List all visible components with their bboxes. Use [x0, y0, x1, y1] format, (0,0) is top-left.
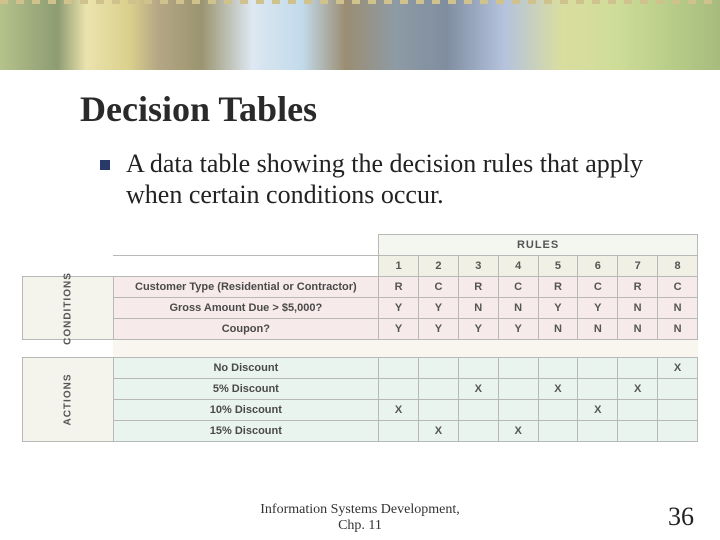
act-cell: [538, 400, 578, 421]
cond-cell: C: [578, 277, 618, 298]
rule-col-6: 6: [578, 256, 618, 277]
cond-cell: Y: [498, 319, 538, 340]
spacer-row: [23, 340, 698, 358]
act-cell: [658, 400, 698, 421]
act-cell: [538, 421, 578, 442]
rule-numbers-row: 1 2 3 4 5 6 7 8: [23, 256, 698, 277]
cond-cell: N: [458, 298, 498, 319]
rule-col-8: 8: [658, 256, 698, 277]
act-cell: [498, 358, 538, 379]
conditions-side-label: CONDITIONS: [23, 277, 114, 340]
cond-cell: Y: [538, 298, 578, 319]
act-cell: X: [538, 379, 578, 400]
act-cell: [379, 358, 419, 379]
act-cell: X: [379, 400, 419, 421]
condition-row: Gross Amount Due > $5,000? Y Y N N Y Y N…: [23, 298, 698, 319]
slide-title: Decision Tables: [80, 88, 720, 130]
rule-col-5: 5: [538, 256, 578, 277]
action-label: 5% Discount: [113, 379, 379, 400]
cond-cell: Y: [419, 298, 459, 319]
act-cell: [458, 421, 498, 442]
condition-row: CONDITIONS Customer Type (Residential or…: [23, 277, 698, 298]
act-cell: [658, 421, 698, 442]
action-label: 15% Discount: [113, 421, 379, 442]
act-cell: [419, 379, 459, 400]
rules-header: RULES: [379, 235, 698, 256]
act-cell: X: [578, 400, 618, 421]
rule-col-1: 1: [379, 256, 419, 277]
cond-cell: Y: [379, 319, 419, 340]
footer: Information Systems Development, Chp. 11…: [0, 502, 720, 534]
page-number: 36: [668, 502, 694, 532]
decision-table-wrap: RULES 1 2 3 4 5 6 7 8 CONDITIONS Custome…: [22, 234, 698, 442]
act-cell: [498, 379, 538, 400]
act-cell: [578, 379, 618, 400]
act-cell: [498, 400, 538, 421]
cond-cell: R: [458, 277, 498, 298]
condition-row: Coupon? Y Y Y Y N N N N: [23, 319, 698, 340]
cond-cell: N: [498, 298, 538, 319]
act-cell: [618, 400, 658, 421]
act-cell: [379, 379, 419, 400]
cond-cell: R: [618, 277, 658, 298]
action-row: 5% Discount X X X: [23, 379, 698, 400]
act-cell: [379, 421, 419, 442]
cond-cell: N: [658, 298, 698, 319]
condition-label: Gross Amount Due > $5,000?: [113, 298, 379, 319]
act-cell: [419, 358, 459, 379]
footer-source: Information Systems Development, Chp. 11: [260, 502, 459, 534]
decorative-banner: [0, 0, 720, 70]
cond-cell: N: [538, 319, 578, 340]
bullet-text: A data table showing the decision rules …: [126, 148, 652, 210]
cond-cell: C: [658, 277, 698, 298]
act-cell: [458, 400, 498, 421]
cond-cell: C: [419, 277, 459, 298]
act-cell: X: [618, 379, 658, 400]
rule-col-2: 2: [419, 256, 459, 277]
act-cell: [419, 400, 459, 421]
rule-col-4: 4: [498, 256, 538, 277]
action-label: No Discount: [113, 358, 379, 379]
action-row: ACTIONS No Discount X: [23, 358, 698, 379]
rule-col-7: 7: [618, 256, 658, 277]
act-cell: X: [419, 421, 459, 442]
act-cell: [458, 358, 498, 379]
condition-label: Coupon?: [113, 319, 379, 340]
rules-header-row: RULES: [23, 235, 698, 256]
act-cell: [578, 421, 618, 442]
actions-side-label: ACTIONS: [23, 358, 114, 442]
act-cell: [538, 358, 578, 379]
cond-cell: R: [379, 277, 419, 298]
cond-cell: Y: [458, 319, 498, 340]
action-row: 10% Discount X X: [23, 400, 698, 421]
cond-cell: N: [618, 319, 658, 340]
cond-cell: N: [618, 298, 658, 319]
cond-cell: Y: [419, 319, 459, 340]
decision-table: RULES 1 2 3 4 5 6 7 8 CONDITIONS Custome…: [22, 234, 698, 442]
action-row: 15% Discount X X: [23, 421, 698, 442]
act-cell: [618, 358, 658, 379]
act-cell: [658, 379, 698, 400]
rule-col-3: 3: [458, 256, 498, 277]
act-cell: X: [658, 358, 698, 379]
cond-cell: N: [658, 319, 698, 340]
cond-cell: R: [538, 277, 578, 298]
act-cell: X: [458, 379, 498, 400]
cond-cell: Y: [578, 298, 618, 319]
cond-cell: Y: [379, 298, 419, 319]
action-label: 10% Discount: [113, 400, 379, 421]
cond-cell: C: [498, 277, 538, 298]
condition-label: Customer Type (Residential or Contractor…: [113, 277, 379, 298]
act-cell: [578, 358, 618, 379]
bullet-row: A data table showing the decision rules …: [100, 148, 652, 210]
act-cell: X: [498, 421, 538, 442]
square-bullet-icon: [100, 160, 110, 170]
act-cell: [618, 421, 658, 442]
cond-cell: N: [578, 319, 618, 340]
